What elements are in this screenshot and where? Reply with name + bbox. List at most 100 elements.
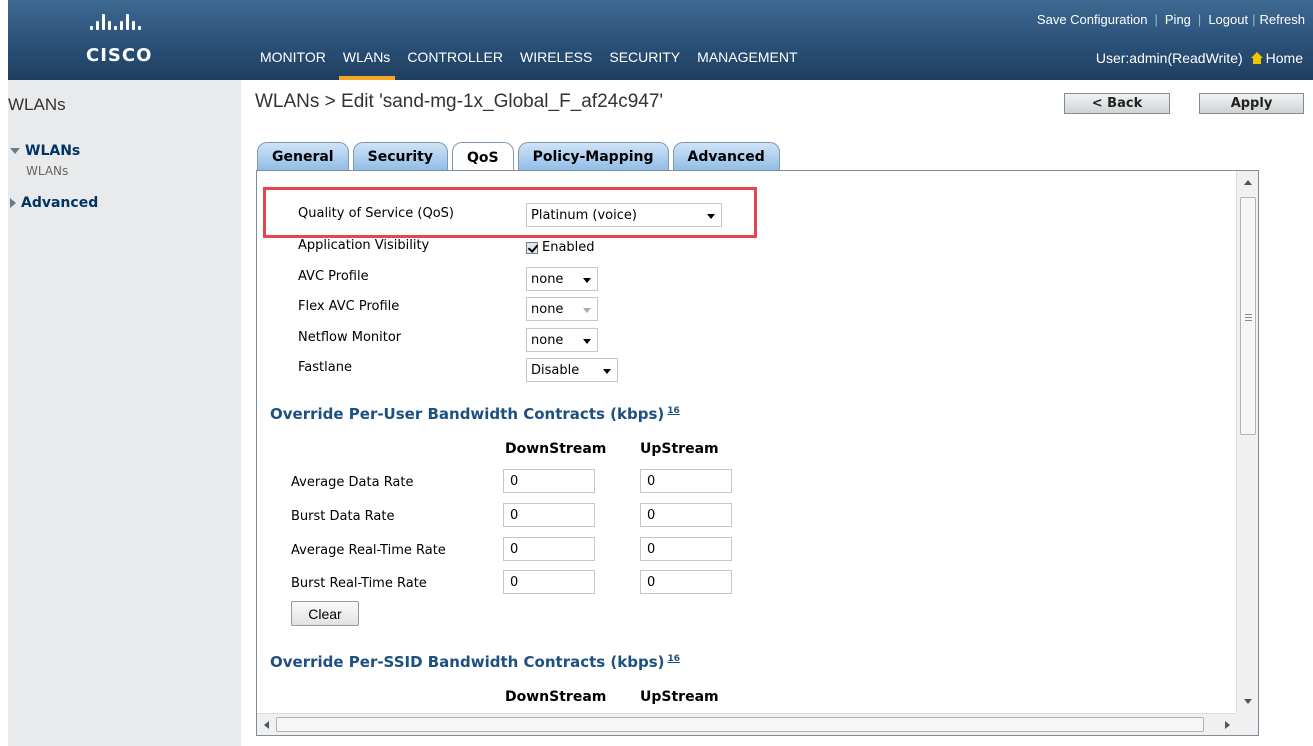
nav-controller[interactable]: CONTROLLER: [399, 49, 512, 80]
app-visibility-checkbox[interactable]: [526, 241, 538, 254]
top-links: Save Configuration | Ping | Logout | Ref…: [1037, 12, 1305, 27]
avg-data-rate-up-input[interactable]: 0: [640, 469, 732, 493]
user-label: User:admin(ReadWrite): [1095, 50, 1243, 66]
refresh-link[interactable]: Refresh: [1259, 12, 1305, 27]
ssid-upstream-header: UpStream: [640, 689, 719, 705]
app-visibility-field: Enabled: [526, 240, 595, 255]
flex-avc-value: none: [531, 301, 564, 317]
flex-avc-label: Flex AVC Profile: [298, 299, 400, 314]
tab-policy-mapping[interactable]: Policy-Mapping: [517, 142, 669, 171]
scroll-down-icon[interactable]: [1244, 699, 1252, 704]
scroll-up-icon[interactable]: [1244, 180, 1252, 185]
clear-button[interactable]: Clear: [291, 601, 359, 626]
footnote-link[interactable]: 16: [668, 654, 681, 664]
chevron-down-icon: [707, 214, 715, 219]
page-title: WLANs > Edit 'sand-mg-1x_Global_F_af24c9…: [255, 91, 664, 112]
netflow-label: Netflow Monitor: [298, 330, 402, 345]
tab-security[interactable]: Security: [352, 142, 448, 171]
per-user-heading: Override Per-User Bandwidth Contracts (k…: [270, 405, 680, 423]
chevron-down-icon: [603, 369, 611, 374]
expand-down-icon: [10, 148, 20, 154]
sidebar-item-label: Advanced: [21, 195, 99, 211]
tab-advanced[interactable]: Advanced: [672, 142, 780, 171]
sidebar: WLANs WLANs WLANs Advanced: [8, 80, 241, 746]
ssid-downstream-header: DownStream: [505, 689, 607, 705]
separator: |: [1197, 12, 1202, 27]
avg-data-rate-label: Average Data Rate: [291, 475, 414, 490]
expand-right-icon: [10, 198, 16, 208]
sidebar-item-wlans[interactable]: WLANs: [10, 143, 80, 159]
home-link[interactable]: Home: [1250, 50, 1303, 66]
burst-realtime-rate-label: Burst Real-Time Rate: [291, 576, 427, 591]
app-visibility-label: Application Visibility: [298, 238, 430, 253]
chevron-down-icon: [583, 339, 591, 344]
burst-data-rate-up-input[interactable]: 0: [640, 503, 732, 527]
save-configuration-link[interactable]: Save Configuration: [1037, 12, 1148, 27]
burst-realtime-rate-up-input[interactable]: 0: [640, 570, 732, 594]
flex-avc-select[interactable]: none: [526, 297, 598, 321]
per-ssid-heading: Override Per-SSID Bandwidth Contracts (k…: [270, 653, 680, 671]
nav-security[interactable]: SECURITY: [601, 49, 689, 80]
fastlane-select[interactable]: Disable: [526, 358, 618, 382]
scroll-left-icon[interactable]: [264, 721, 269, 729]
cisco-bars-icon: [90, 14, 141, 30]
logout-link[interactable]: Logout: [1208, 12, 1248, 27]
avc-profile-label: AVC Profile: [298, 269, 369, 284]
burst-data-rate-down-input[interactable]: 0: [503, 503, 595, 527]
nav-wireless[interactable]: WIRELESS: [512, 49, 601, 80]
avc-profile-select[interactable]: none: [526, 267, 598, 291]
upstream-header: UpStream: [640, 441, 719, 457]
burst-data-rate-label: Burst Data Rate: [291, 509, 395, 524]
qos-form: Quality of Service (QoS) Platinum (voice…: [257, 171, 1237, 713]
nav-wlans[interactable]: WLANs: [335, 49, 399, 80]
avc-profile-value: none: [531, 271, 564, 287]
sidebar-subitem-wlans[interactable]: WLANs: [26, 164, 68, 178]
tab-general[interactable]: General: [257, 142, 349, 171]
vertical-scroll-thumb[interactable]: [1240, 197, 1256, 435]
chevron-down-icon: [583, 308, 591, 313]
avg-realtime-rate-up-input[interactable]: 0: [640, 537, 732, 561]
sidebar-item-label: WLANs: [25, 143, 81, 159]
tab-qos[interactable]: QoS: [451, 142, 514, 172]
qos-select[interactable]: Platinum (voice): [526, 203, 722, 227]
vertical-scrollbar[interactable]: [1236, 171, 1258, 713]
netflow-select[interactable]: none: [526, 328, 598, 352]
per-ssid-title: Override Per-SSID Bandwidth Contracts (k…: [270, 653, 665, 671]
apply-button[interactable]: Apply: [1199, 93, 1304, 114]
scroll-corner: [1236, 713, 1258, 735]
burst-realtime-rate-down-input[interactable]: 0: [503, 570, 595, 594]
top-header: CISCO Save Configuration | Ping | Logout…: [8, 0, 1313, 80]
nav-management[interactable]: MANAGEMENT: [689, 49, 806, 80]
downstream-header: DownStream: [505, 441, 607, 457]
main-nav: MONITOR WLANs CONTROLLER WIRELESS SECURI…: [252, 49, 807, 80]
scroll-right-icon[interactable]: [1225, 721, 1230, 729]
nav-monitor[interactable]: MONITOR: [252, 49, 335, 80]
fastlane-value: Disable: [531, 362, 580, 378]
qos-label: Quality of Service (QoS): [298, 206, 455, 221]
avg-realtime-rate-label: Average Real-Time Rate: [291, 543, 446, 558]
grip-icon: [1245, 314, 1252, 321]
fastlane-label: Fastlane: [298, 360, 352, 375]
per-user-title: Override Per-User Bandwidth Contracts (k…: [270, 405, 665, 423]
user-box: User:admin(ReadWrite) Home: [1096, 50, 1303, 66]
app-visibility-value: Enabled: [542, 240, 595, 255]
footnote-link[interactable]: 16: [667, 406, 680, 416]
cisco-wordmark: CISCO: [86, 45, 153, 66]
chevron-down-icon: [583, 278, 591, 283]
cisco-logo: CISCO: [8, 0, 243, 80]
horizontal-scrollbar[interactable]: [257, 713, 1237, 735]
separator: |: [1154, 12, 1158, 27]
sidebar-title: WLANs: [8, 95, 66, 114]
tab-bar: General Security QoS Policy-Mapping Adva…: [257, 142, 780, 172]
back-button[interactable]: < Back: [1064, 93, 1170, 114]
sidebar-item-advanced[interactable]: Advanced: [10, 195, 98, 211]
avg-realtime-rate-down-input[interactable]: 0: [503, 537, 595, 561]
horizontal-scroll-thumb[interactable]: [276, 717, 1204, 732]
avg-data-rate-down-input[interactable]: 0: [503, 469, 595, 493]
home-icon: [1250, 52, 1263, 64]
netflow-value: none: [531, 332, 564, 348]
qos-select-value: Platinum (voice): [531, 207, 637, 223]
separator: |: [1252, 12, 1256, 27]
qos-panel: Quality of Service (QoS) Platinum (voice…: [256, 170, 1259, 736]
ping-link[interactable]: Ping: [1165, 12, 1191, 27]
